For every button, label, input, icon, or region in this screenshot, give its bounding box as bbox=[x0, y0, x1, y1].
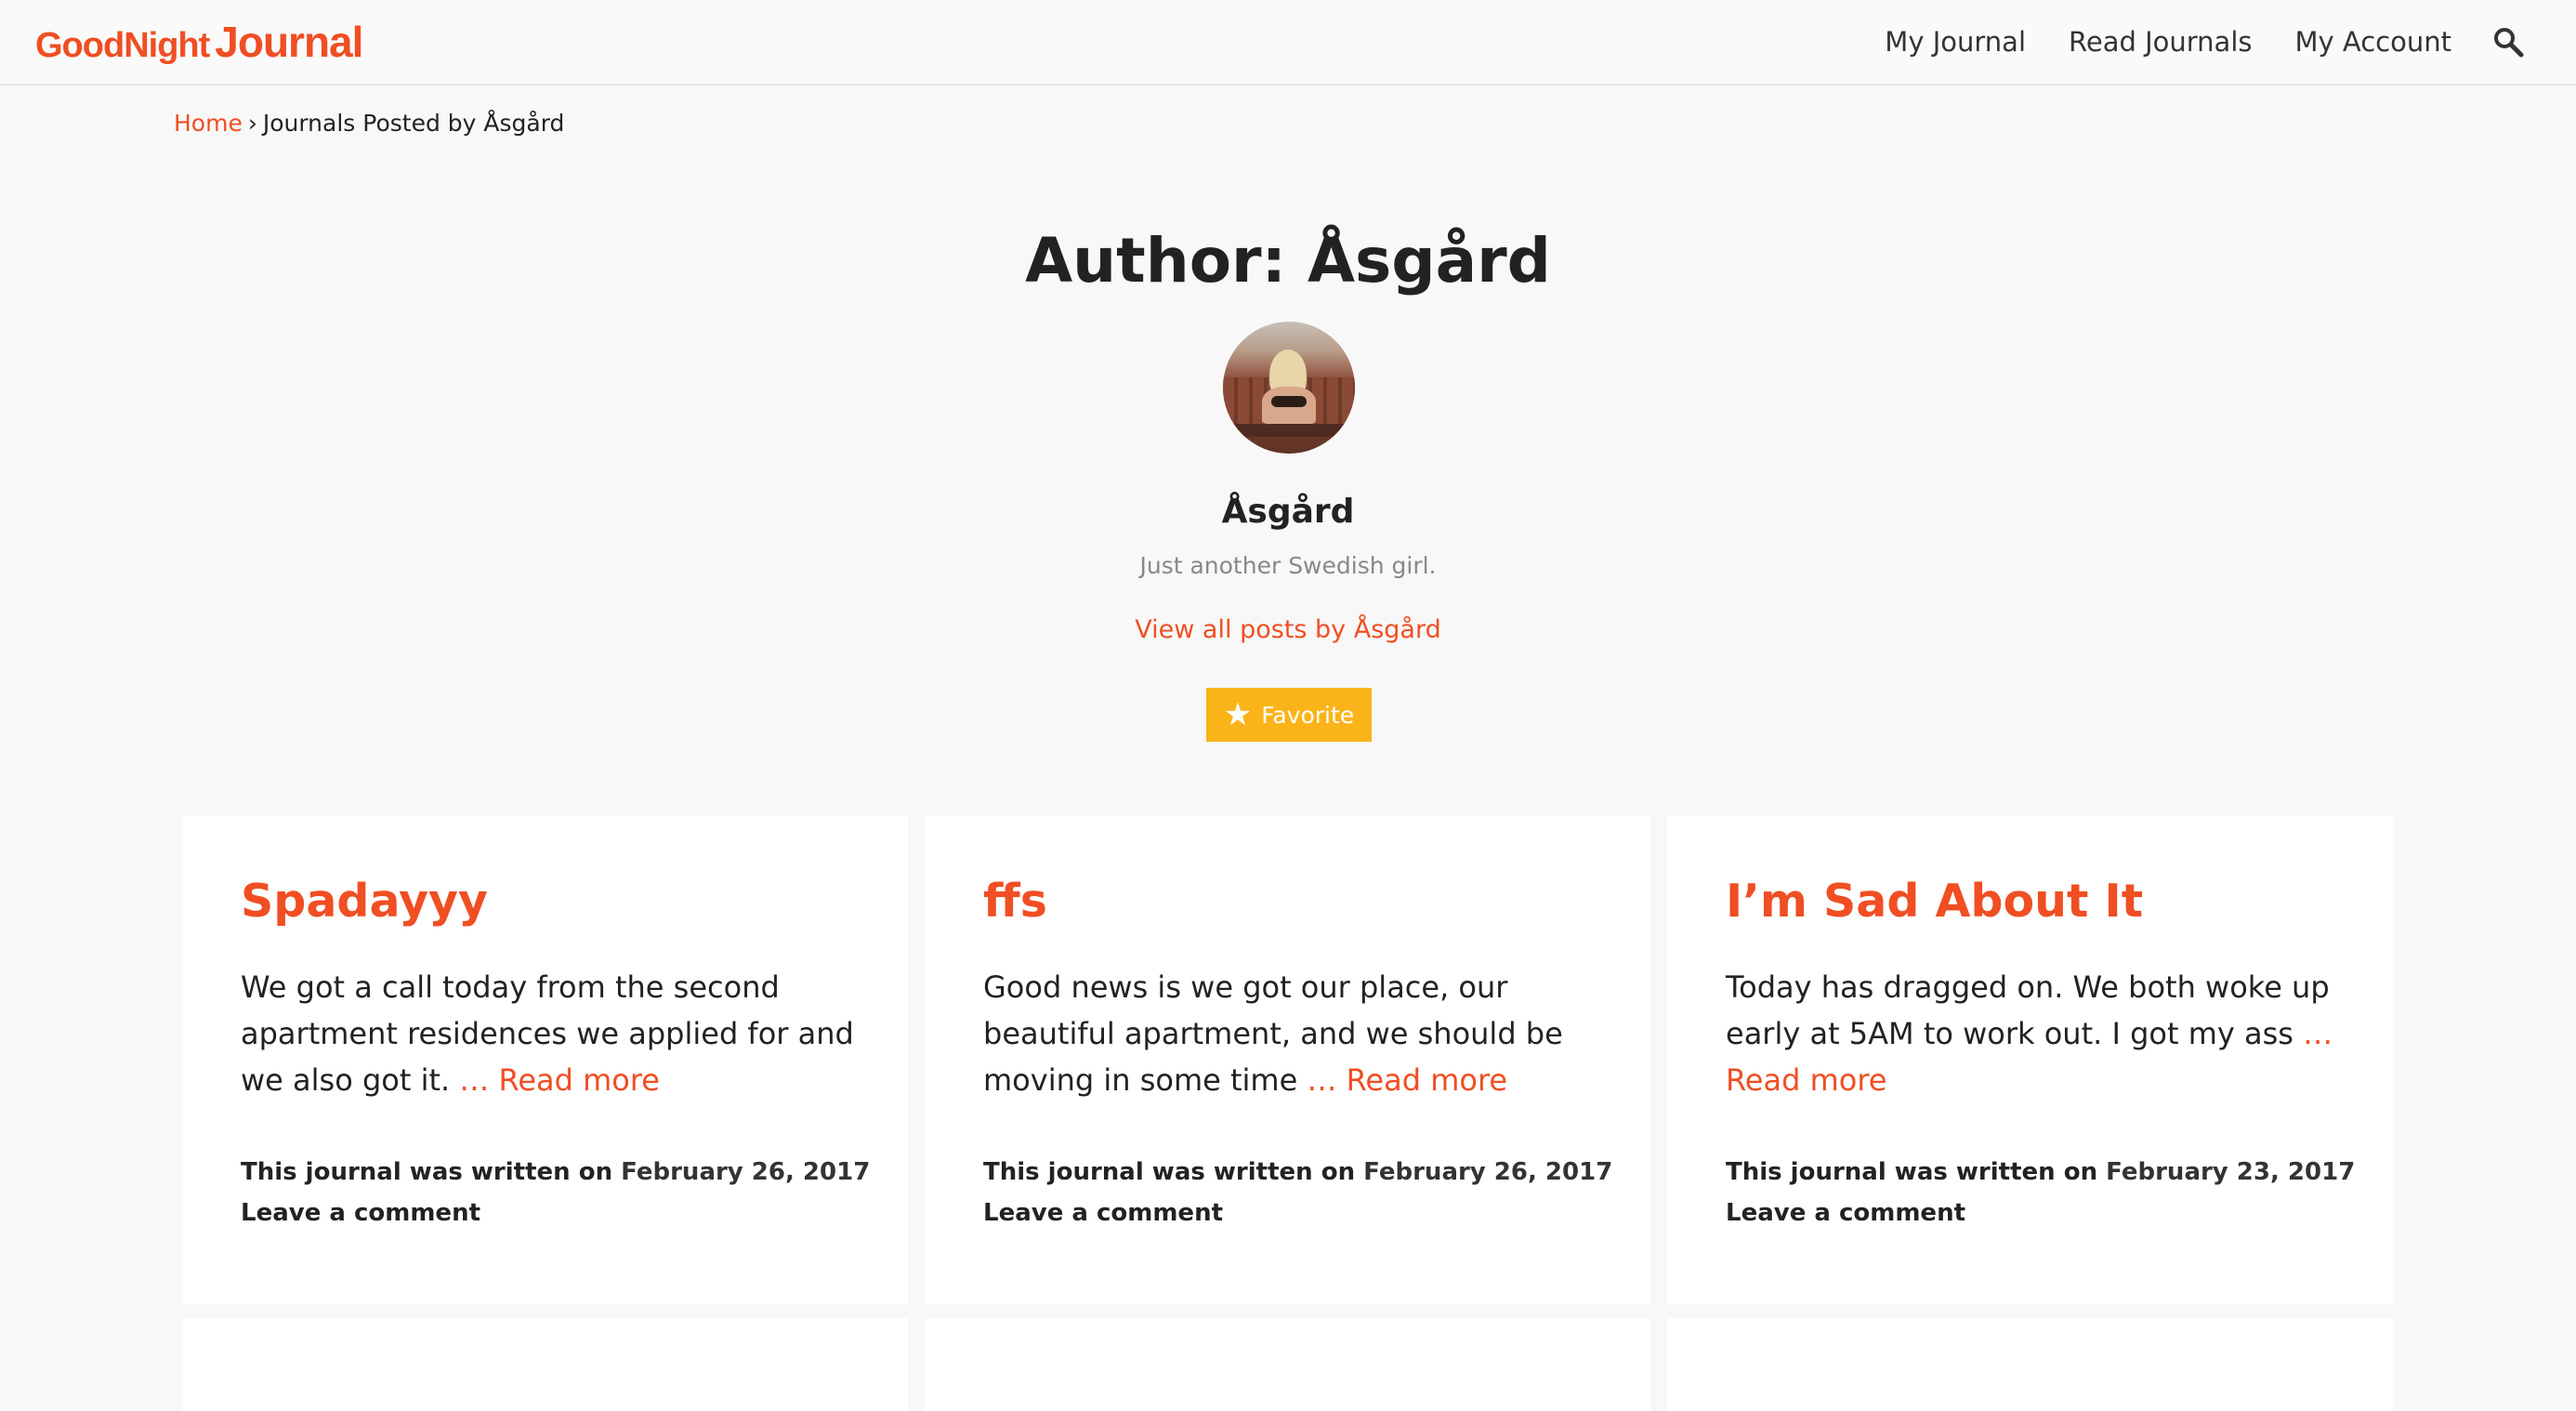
post-card: I’m Sad About It Today has dragged on. W… bbox=[1667, 815, 2393, 1304]
breadcrumb-separator: › bbox=[247, 110, 257, 137]
post-card-partial bbox=[182, 1318, 908, 1411]
author-name: Åsgård bbox=[1221, 493, 1355, 531]
post-excerpt: Good news is we got our place, our beaut… bbox=[983, 964, 1597, 1103]
search-icon[interactable] bbox=[2492, 26, 2524, 58]
post-excerpt: Today has dragged on. We both woke up ea… bbox=[1726, 964, 2339, 1103]
author-posts-link-row: View all posts by Åsgård bbox=[0, 615, 2576, 644]
site-header: GoodNight Journal My Journal Read Journal… bbox=[0, 0, 2576, 86]
nav-my-journal[interactable]: My Journal bbox=[1885, 26, 2026, 58]
favorite-label: Favorite bbox=[1261, 701, 1355, 729]
logo-part-1: GoodNight bbox=[35, 26, 210, 65]
main-nav: My Journal Read Journals My Account bbox=[1842, 0, 2576, 84]
post-date-line: This journal was written on February 26,… bbox=[241, 1152, 870, 1193]
read-more-link[interactable]: … Read more bbox=[1307, 1062, 1507, 1098]
nav-my-account[interactable]: My Account bbox=[2295, 26, 2452, 58]
favorite-button[interactable]: ★ Favorite bbox=[1206, 688, 1372, 742]
post-meta: This journal was written on February 26,… bbox=[983, 1152, 1612, 1233]
post-date-link[interactable]: February 26, 2017 bbox=[621, 1158, 870, 1186]
post-card-partial bbox=[1667, 1318, 2393, 1411]
post-title-link[interactable]: I’m Sad About It bbox=[1726, 875, 2143, 928]
post-meta: This journal was written on February 26,… bbox=[241, 1152, 870, 1233]
page-title: Author: Åsgård bbox=[1025, 225, 1551, 297]
post-excerpt-text: Today has dragged on. We both woke up ea… bbox=[1726, 969, 2330, 1051]
leave-comment-link[interactable]: Leave a comment bbox=[241, 1193, 870, 1233]
post-excerpt: We got a call today from the second apar… bbox=[241, 964, 854, 1103]
read-more-link[interactable]: … Read more bbox=[459, 1062, 660, 1098]
star-icon: ★ bbox=[1223, 696, 1253, 733]
post-meta-prefix: This journal was written on bbox=[241, 1158, 613, 1186]
avatar bbox=[1223, 322, 1355, 454]
post-date-line: This journal was written on February 26,… bbox=[983, 1152, 1612, 1193]
breadcrumb: Home › Journals Posted by Åsgård bbox=[174, 110, 564, 137]
nav-read-journals[interactable]: Read Journals bbox=[2069, 26, 2253, 58]
post-card-partial bbox=[925, 1318, 1650, 1411]
post-meta-prefix: This journal was written on bbox=[983, 1158, 1356, 1186]
post-date-line: This journal was written on February 23,… bbox=[1726, 1152, 2355, 1193]
post-card: Spadayyy We got a call today from the se… bbox=[182, 815, 908, 1304]
post-date-link[interactable]: February 26, 2017 bbox=[1363, 1158, 1612, 1186]
post-title-link[interactable]: Spadayyy bbox=[241, 875, 488, 928]
author-bio: Just another Swedish girl. bbox=[1139, 552, 1437, 579]
breadcrumb-home-link[interactable]: Home bbox=[174, 110, 243, 137]
site-logo[interactable]: GoodNight Journal bbox=[35, 17, 363, 67]
post-meta-prefix: This journal was written on bbox=[1726, 1158, 2098, 1186]
post-card: ffs Good news is we got our place, our b… bbox=[925, 815, 1650, 1304]
post-date-link[interactable]: February 23, 2017 bbox=[2106, 1158, 2355, 1186]
leave-comment-link[interactable]: Leave a comment bbox=[983, 1193, 1612, 1233]
post-title-link[interactable]: ffs bbox=[983, 875, 1047, 928]
view-all-posts-link[interactable]: View all posts by Åsgård bbox=[1135, 615, 1440, 644]
breadcrumb-current: Journals Posted by Åsgård bbox=[262, 110, 565, 137]
leave-comment-link[interactable]: Leave a comment bbox=[1726, 1193, 2355, 1233]
logo-part-2: Journal bbox=[215, 18, 363, 66]
post-meta: This journal was written on February 23,… bbox=[1726, 1152, 2355, 1233]
